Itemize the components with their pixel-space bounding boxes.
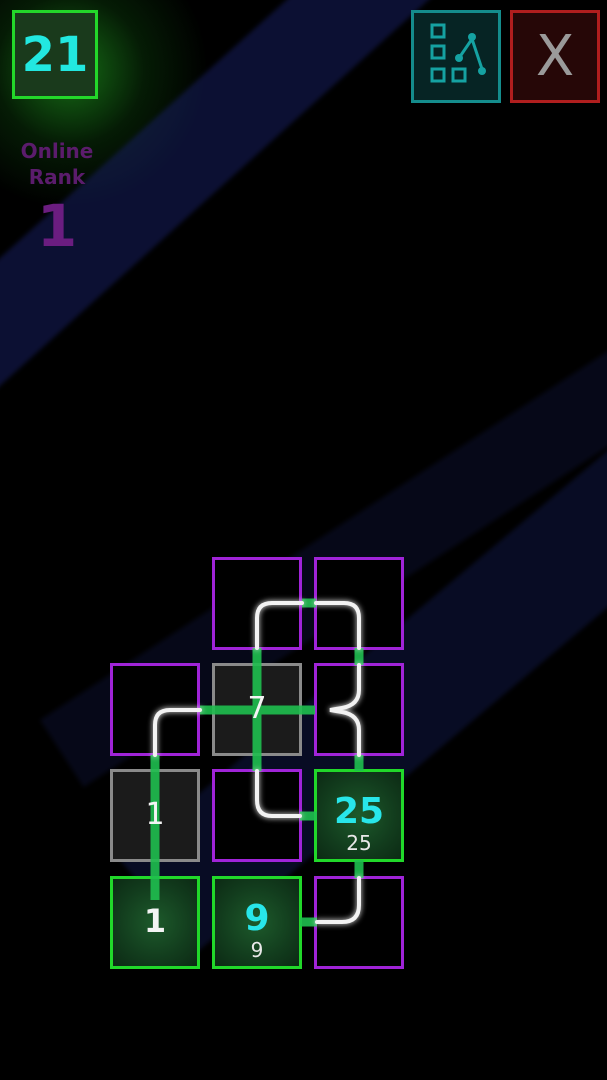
node-value: 1	[145, 797, 165, 832]
target-sub-value: 9	[250, 938, 264, 962]
target-label-r2c2: 25 25	[314, 769, 404, 862]
pipe-tile-r1c2[interactable]	[314, 663, 404, 756]
online-rank-label: Online Rank	[10, 138, 104, 190]
online-rank-value: 1	[36, 192, 78, 260]
close-button[interactable]: X	[510, 10, 600, 103]
node-label-r1c1: 7	[212, 663, 302, 756]
node-label-r2c0: 1	[110, 769, 200, 862]
target-label-r3c0: 1	[110, 876, 200, 969]
level-map-icon	[430, 23, 486, 83]
target-sub-value: 25	[346, 831, 372, 855]
node-value: 7	[247, 691, 267, 726]
pipe-tile-r0c1[interactable]	[212, 557, 302, 650]
target-label-r3c1: 9 9	[212, 876, 302, 969]
close-icon: X	[535, 24, 575, 89]
target-value: 9	[244, 898, 270, 939]
pipe-tile-r1c0[interactable]	[110, 663, 200, 756]
target-value: 25	[333, 791, 385, 832]
pipe-tile-r3c2[interactable]	[314, 876, 404, 969]
pipe-tile-r0c2[interactable]	[314, 557, 404, 650]
online-rank-label-text: Online Rank	[20, 139, 94, 189]
score-counter: 21	[12, 10, 98, 99]
target-value: 1	[143, 902, 167, 940]
pipe-tile-r2c1[interactable]	[212, 769, 302, 862]
levels-button[interactable]	[411, 10, 501, 103]
